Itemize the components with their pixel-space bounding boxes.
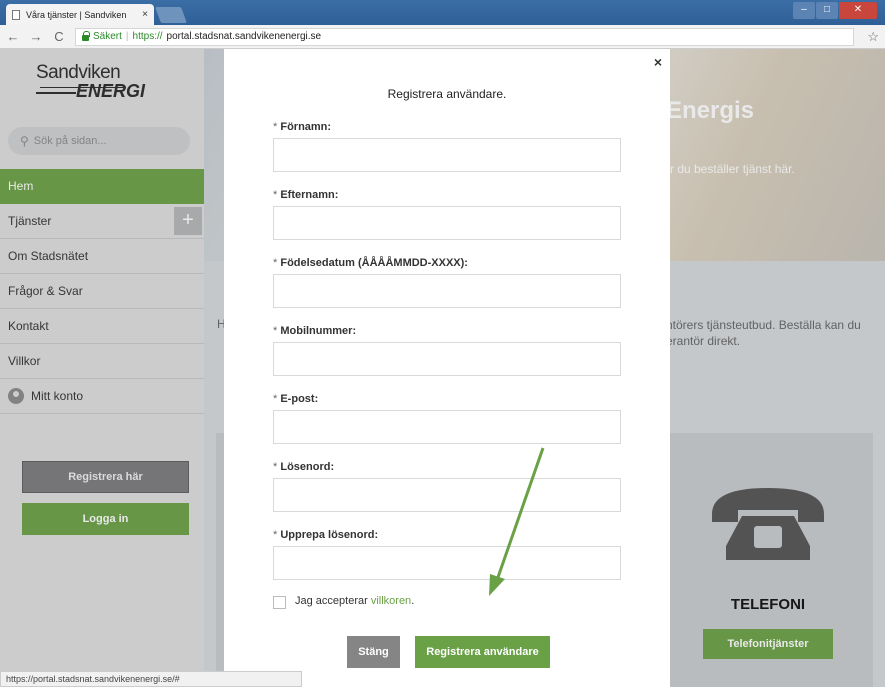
required-mark: *	[273, 189, 278, 201]
url-scheme: https://	[132, 31, 163, 42]
mobile-label-text: Mobilnummer:	[280, 325, 357, 337]
birthdate-input[interactable]	[273, 274, 621, 308]
bookmark-star-icon[interactable]: ☆	[867, 29, 879, 45]
mobile-input[interactable]	[273, 342, 621, 376]
register-user-button[interactable]: Registrera användare	[415, 636, 550, 668]
password-label-text: Lösenord:	[280, 461, 335, 473]
email-label-text: E-post:	[280, 393, 319, 405]
modal-title: Registrera användare.	[387, 87, 507, 101]
email-input[interactable]	[273, 410, 621, 444]
birthdate-label-text: Födelsedatum (ÅÅÅÅMMDD-XXXX):	[280, 257, 468, 269]
tab-close-icon[interactable]: ×	[142, 9, 148, 20]
browser-tab-bar: Våra tjänster | Sandviken × – □ ✕	[0, 0, 885, 25]
accept-terms-text: Jag accepterar villkoren.	[295, 595, 414, 607]
page-icon	[12, 9, 20, 20]
required-mark: *	[273, 529, 278, 541]
firstname-input[interactable]	[273, 138, 621, 172]
firstname-label: * Förnamn:	[273, 121, 331, 133]
repeat-password-input[interactable]	[273, 546, 621, 580]
required-mark: *	[273, 121, 278, 133]
repeat-password-label-text: Upprepa lösenord:	[280, 529, 379, 541]
reload-icon[interactable]: C	[52, 29, 66, 44]
terms-link[interactable]: villkoren	[371, 595, 411, 607]
url-separator: |	[125, 31, 129, 42]
required-mark: *	[273, 257, 278, 269]
accept-terms-checkbox[interactable]	[273, 596, 286, 609]
tab-title: Våra tjänster | Sandviken	[26, 9, 127, 20]
firstname-label-text: Förnamn:	[280, 121, 332, 133]
lastname-label: * Efternamn:	[273, 189, 338, 201]
secure-label: Säkert	[93, 31, 122, 42]
mobile-label: * Mobilnummer:	[273, 325, 356, 337]
accept-terms-end: .	[411, 595, 415, 607]
back-icon[interactable]: ←	[6, 29, 20, 44]
required-mark: *	[273, 393, 278, 405]
lastname-input[interactable]	[273, 206, 621, 240]
close-button[interactable]: Stäng	[347, 636, 400, 668]
url-host: portal.stadsnat.sandvikenenergi.se	[166, 31, 322, 42]
close-icon[interactable]: ×	[654, 54, 662, 70]
password-label: * Lösenord:	[273, 461, 334, 473]
minimize-icon[interactable]: –	[793, 2, 815, 19]
email-label: * E-post:	[273, 393, 318, 405]
window-close-icon[interactable]: ✕	[839, 2, 877, 19]
required-mark: *	[273, 461, 278, 473]
lock-icon	[82, 31, 90, 41]
birthdate-label: * Födelsedatum (ÅÅÅÅMMDD-XXXX):	[273, 257, 468, 269]
password-input[interactable]	[273, 478, 621, 512]
window-controls: – □ ✕	[793, 2, 877, 19]
maximize-icon[interactable]: □	[816, 2, 838, 19]
lastname-label-text: Efternamn:	[280, 189, 339, 201]
forward-icon[interactable]: →	[29, 29, 43, 44]
status-bar-url: https://portal.stadsnat.sandvikenenergi.…	[0, 671, 302, 687]
url-field[interactable]: Säkert | https://portal.stadsnat.sandvik…	[75, 27, 855, 46]
accept-terms-label: Jag accepterar	[295, 595, 371, 607]
required-mark: *	[273, 325, 278, 337]
repeat-password-label: * Upprepa lösenord:	[273, 529, 378, 541]
address-bar: ← → C Säkert | https://portal.stadsnat.s…	[0, 25, 885, 49]
register-modal: × Registrera användare. * Förnamn: * Eft…	[224, 49, 670, 687]
browser-tab[interactable]: Våra tjänster | Sandviken ×	[6, 4, 154, 25]
new-tab-button[interactable]	[155, 7, 187, 23]
